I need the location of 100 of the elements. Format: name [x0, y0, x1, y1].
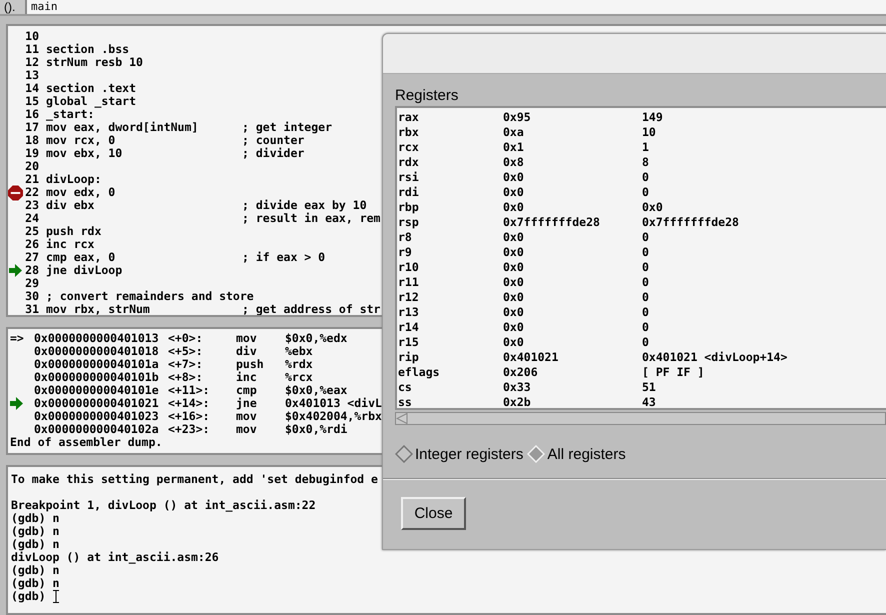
- register-name: rip: [398, 350, 420, 365]
- line-number: 21: [24, 173, 39, 186]
- horizontal-scrollbar[interactable]: [395, 412, 886, 425]
- register-name: cs: [398, 380, 413, 395]
- operands-text: %rdx: [285, 358, 313, 371]
- register-name: rax: [398, 110, 420, 125]
- register-natural-value: 43: [642, 395, 656, 410]
- argument-field[interactable]: main: [26, 0, 886, 14]
- console-line: Breakpoint 1, divLoop () at int_ascii.asm:22: [11, 499, 316, 512]
- operands-text: 0x401013 <divL: [285, 397, 382, 410]
- console-line: (gdb) n: [11, 577, 60, 590]
- register-natural-value: 0: [642, 290, 649, 305]
- mnemonic-text: inc: [236, 371, 257, 384]
- offset-text: <+0>:: [168, 332, 204, 345]
- code-text: _start:: [46, 108, 94, 121]
- register-hex-value: 0x0: [503, 320, 525, 335]
- line-number: 17: [24, 121, 39, 134]
- line-number: 24: [24, 212, 39, 225]
- line-number: 20: [24, 160, 39, 173]
- register-natural-value: 0: [642, 320, 649, 335]
- line-number: 13: [24, 69, 39, 82]
- mnemonic-text: mov: [236, 332, 258, 345]
- register-name: rbp: [398, 200, 420, 215]
- console-line: (gdb) n: [11, 538, 60, 551]
- register-hex-value: 0xa: [503, 125, 525, 140]
- register-natural-value: 1: [642, 140, 649, 155]
- register-hex-value: 0x95: [503, 110, 532, 125]
- code-comment: ; divider: [242, 147, 304, 160]
- offset-text: <+11>:: [168, 384, 211, 397]
- register-natural-value: 0x401021 <divLoop+14>: [642, 350, 788, 365]
- register-natural-value: 0x0: [642, 200, 663, 215]
- line-number: 15: [24, 95, 39, 108]
- pc-marker: =>: [10, 332, 24, 345]
- registers-label: Registers: [395, 86, 460, 106]
- register-natural-value: 0: [642, 275, 649, 290]
- address-text: 0x0000000000401013: [34, 332, 160, 345]
- code-comment: ; counter: [242, 134, 304, 147]
- line-number: 29: [24, 277, 39, 290]
- register-name: r9: [398, 245, 413, 260]
- operands-text: $0x402004,%rbx: [285, 410, 382, 423]
- status-text: End of assembler dump.: [9, 436, 164, 449]
- register-name: rsp: [398, 215, 420, 230]
- register-name: rsi: [398, 170, 420, 185]
- register-hex-value: 0x0: [503, 170, 525, 185]
- code-text: divLoop:: [46, 173, 102, 186]
- line-number: 14: [24, 82, 39, 95]
- code-text: mov rcx, 0: [46, 134, 116, 147]
- code-text: mov edx, 0: [46, 186, 116, 199]
- offset-text: <+5>:: [168, 345, 204, 358]
- operands-text: %rcx: [285, 371, 313, 384]
- code-comment: ; divide eax by 10: [242, 199, 367, 212]
- offset-text: <+14>:: [168, 397, 211, 410]
- console-line: (gdb) n: [11, 564, 60, 577]
- register-natural-value: 0: [642, 245, 649, 260]
- code-text: inc rcx: [46, 238, 96, 251]
- radio-option[interactable]: All registers: [527, 445, 626, 463]
- register-natural-value: 51: [642, 380, 656, 395]
- code-text: section .text: [46, 82, 138, 95]
- line-number: 16: [24, 108, 39, 121]
- mnemonic-text: mov: [236, 423, 258, 436]
- register-hex-value: 0x0: [503, 305, 525, 320]
- register-hex-value: 0x0: [503, 275, 525, 290]
- radio-option[interactable]: Integer registers: [395, 445, 524, 463]
- register-hex-value: 0x0: [503, 335, 525, 350]
- register-name: r8: [398, 230, 413, 245]
- code-comment: ; get integer: [242, 121, 332, 134]
- console-line: (gdb) n: [11, 525, 60, 538]
- code-comment: ; if eax > 0: [242, 251, 326, 264]
- address-text: 0x0000000000401021: [34, 397, 160, 410]
- code-comment: ; result in eax, rem: [242, 212, 380, 225]
- line-number: 30: [24, 290, 39, 303]
- mnemonic-text: div: [236, 345, 258, 358]
- mnemonic-text: push: [236, 358, 265, 371]
- line-number: 11: [24, 43, 39, 56]
- address-text: 0x000000000040101e: [34, 384, 160, 397]
- register-name: rdi: [398, 185, 420, 200]
- scroll-left-icon: [396, 413, 408, 424]
- address-text: 0x000000000040101b: [34, 371, 160, 384]
- offset-text: <+16>:: [168, 410, 211, 423]
- console-line: (gdb) n: [11, 512, 60, 525]
- register-name: rbx: [398, 125, 420, 140]
- code-text: section .bss: [46, 43, 130, 56]
- mnemonic-text: jne: [236, 397, 258, 410]
- register-natural-value: 0: [642, 305, 649, 320]
- register-name: ss: [398, 395, 413, 410]
- register-hex-value: 0x0: [503, 200, 525, 215]
- offset-text: <+23>:: [168, 423, 211, 436]
- offset-text: <+8>:: [168, 371, 204, 384]
- close-button[interactable]: Close: [401, 497, 466, 530]
- register-natural-value: 0: [642, 335, 649, 350]
- register-hex-value: 0x1: [503, 140, 525, 155]
- line-number: 26: [24, 238, 39, 251]
- register-hex-value: 0x0: [503, 185, 525, 200]
- register-hex-value: 0x206: [503, 365, 539, 380]
- code-text: div ebx: [46, 199, 96, 212]
- register-name: rcx: [398, 140, 420, 155]
- register-hex-value: 0x0: [503, 245, 525, 260]
- code-text: mov eax, dword[intNum]: [46, 121, 200, 134]
- register-name: r11: [398, 275, 420, 290]
- register-name: r14: [398, 320, 420, 335]
